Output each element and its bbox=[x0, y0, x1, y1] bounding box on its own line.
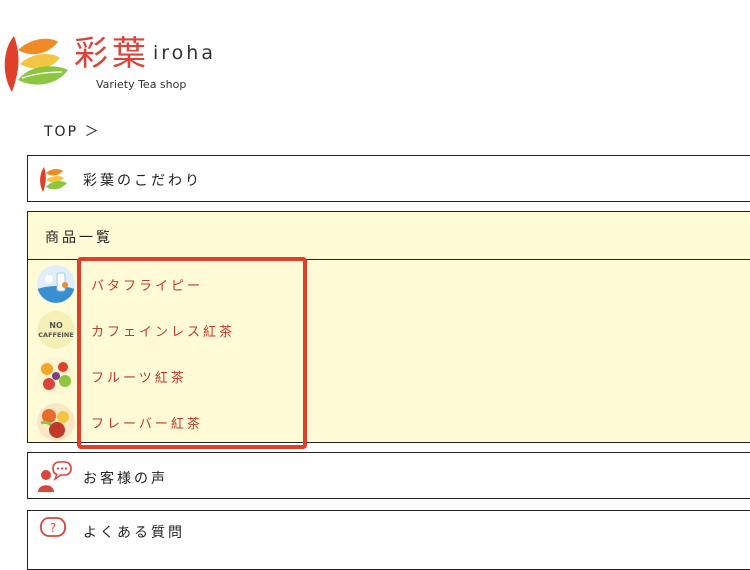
product-item-butterfly-pea[interactable]: バタフライピー bbox=[28, 261, 750, 307]
product-item-label: フレーバー紅茶 bbox=[91, 417, 203, 432]
no-caffeine-thumb-icon: NO CAFFEINE bbox=[37, 311, 75, 349]
products-header-label: 商品一覧 bbox=[45, 230, 113, 246]
product-item-flavor-tea[interactable]: フレーバー紅茶 bbox=[28, 399, 750, 445]
site-logo[interactable]: 彩葉 iroha Variety Tea shop bbox=[0, 28, 230, 100]
leaf-logo-icon bbox=[4, 36, 68, 92]
svg-text:NO: NO bbox=[49, 321, 63, 330]
menu-faq[interactable]: ? よくある質問 bbox=[27, 510, 750, 570]
leaf-icon bbox=[40, 167, 67, 192]
menu-customer-voice-label: お客様の声 bbox=[83, 471, 168, 487]
svg-text:CAFFEINE: CAFFEINE bbox=[38, 331, 73, 339]
products-header[interactable]: 商品一覧 bbox=[28, 212, 750, 260]
butterfly-pea-thumb-icon bbox=[37, 265, 75, 303]
product-item-label: フルーツ紅茶 bbox=[91, 371, 187, 386]
menu-commitment[interactable]: 彩葉のこだわり bbox=[27, 155, 750, 202]
product-item-caffeineless[interactable]: NO CAFFEINE カフェインレス紅茶 bbox=[28, 307, 750, 353]
svg-text:?: ? bbox=[50, 521, 56, 535]
breadcrumb[interactable]: TOP ＞ bbox=[44, 121, 100, 141]
question-bubble-icon: ? bbox=[40, 517, 66, 537]
brand-tagline: Variety Tea shop bbox=[96, 78, 187, 91]
flavor-tea-thumb-icon bbox=[37, 403, 75, 441]
menu-commitment-label: 彩葉のこだわり bbox=[83, 173, 202, 189]
product-item-label: カフェインレス紅茶 bbox=[91, 325, 236, 340]
menu-products: 商品一覧 バタフライピー NO CAFFEINE カフェインレス紅茶 フルーツ紅… bbox=[27, 211, 750, 443]
menu-faq-label: よくある質問 bbox=[83, 525, 185, 541]
brand-name-jp: 彩葉 bbox=[74, 34, 150, 74]
fruit-tea-thumb-icon bbox=[37, 357, 75, 395]
brand-name-en: iroha bbox=[153, 42, 216, 64]
product-item-label: バタフライピー bbox=[91, 279, 204, 294]
customer-voice-icon bbox=[38, 461, 72, 492]
menu-customer-voice[interactable]: お客様の声 bbox=[27, 452, 750, 499]
product-item-fruit-tea[interactable]: フルーツ紅茶 bbox=[28, 353, 750, 399]
